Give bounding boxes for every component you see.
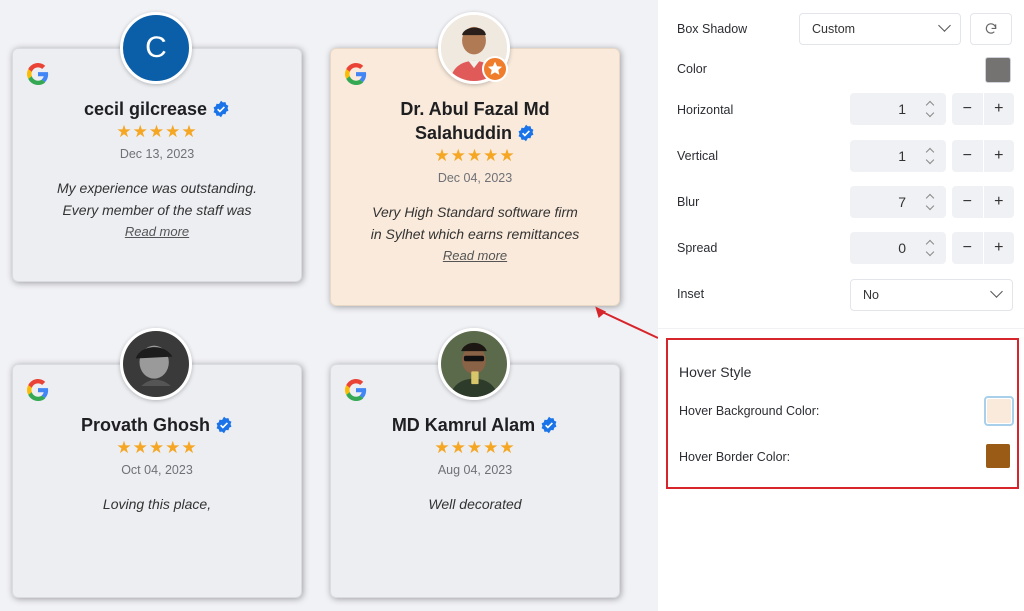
read-more-link[interactable]: Read more xyxy=(125,221,189,243)
review-text: Well decorated xyxy=(428,496,522,512)
rating-stars: ★★★★★ xyxy=(434,146,516,165)
hover-border-color-label: Hover Border Color: xyxy=(679,450,791,464)
google-icon xyxy=(345,379,367,401)
inset-select[interactable]: No xyxy=(850,279,1013,311)
spread-input[interactable]: 0 xyxy=(850,232,946,264)
horizontal-label: Horizontal xyxy=(677,103,734,117)
chevron-down-icon xyxy=(938,19,951,32)
divider xyxy=(658,328,1024,329)
reviewer-name: cecil gilcrease xyxy=(13,97,301,121)
box-shadow-label: Box Shadow xyxy=(677,22,748,36)
hover-bg-color-swatch xyxy=(987,399,1011,423)
verified-badge-icon xyxy=(541,416,557,434)
horizontal-input[interactable]: 1 xyxy=(850,93,946,125)
spread-label: Spread xyxy=(677,241,718,255)
spread-value: 0 xyxy=(898,240,906,256)
verified-badge-icon xyxy=(518,124,534,142)
reviewer-name: Dr. Abul Fazal Md Salahuddin xyxy=(400,99,550,143)
vertical-stepper[interactable]: − + xyxy=(952,140,1014,172)
review-card-hovered[interactable]: Dr. Abul Fazal Md Salahuddin ★★★★★ Dec 0… xyxy=(330,48,620,306)
chevron-down-icon xyxy=(990,285,1003,298)
hover-border-color-swatch[interactable] xyxy=(986,444,1010,468)
reviewer-name: MD Kamrul Alam xyxy=(331,413,619,437)
blur-label: Blur xyxy=(677,195,700,209)
person-photo xyxy=(123,331,189,397)
spread-stepper[interactable]: − + xyxy=(952,232,1014,264)
hover-bg-color-label: Hover Background Color: xyxy=(679,404,820,418)
box-shadow-value: Custom xyxy=(812,22,856,36)
avatar xyxy=(438,328,510,400)
reset-button[interactable] xyxy=(970,13,1012,45)
increment-button[interactable]: + xyxy=(984,186,1015,218)
horizontal-stepper[interactable]: − + xyxy=(952,93,1014,125)
review-date: Oct 04, 2023 xyxy=(121,463,193,477)
hover-style-title: Hover Style xyxy=(679,364,752,380)
decrement-button[interactable]: − xyxy=(952,232,984,264)
decrement-button[interactable]: − xyxy=(952,186,984,218)
inset-label: Inset xyxy=(677,287,705,301)
annotation-arrow xyxy=(595,306,659,339)
spinner-icon[interactable] xyxy=(922,235,940,261)
vertical-input[interactable]: 1 xyxy=(850,140,946,172)
review-date: Aug 04, 2023 xyxy=(437,463,513,477)
horizontal-value: 1 xyxy=(898,101,906,117)
verified-badge-icon xyxy=(213,100,229,118)
inset-value: No xyxy=(863,288,879,302)
review-text: My experience was outstanding. Every mem… xyxy=(57,180,257,218)
vertical-label: Vertical xyxy=(677,149,718,163)
increment-button[interactable]: + xyxy=(984,93,1015,125)
google-icon xyxy=(345,63,367,85)
reviews-preview-canvas: cecil gilcrease ★★★★★ Dec 13, 2023 My ex… xyxy=(0,0,658,611)
verified-badge-icon xyxy=(216,416,232,434)
increment-button[interactable]: + xyxy=(984,140,1015,172)
vertical-value: 1 xyxy=(898,148,906,164)
rating-stars: ★★★★★ xyxy=(434,438,516,457)
color-label: Color xyxy=(677,62,707,76)
blur-input[interactable]: 7 xyxy=(850,186,946,218)
review-text: Loving this place, xyxy=(102,496,212,512)
read-more-link[interactable]: Read more xyxy=(443,245,507,267)
decrement-button[interactable]: − xyxy=(952,93,984,125)
google-icon xyxy=(27,63,49,85)
blur-value: 7 xyxy=(898,194,906,210)
spinner-icon[interactable] xyxy=(922,189,940,215)
rating-stars: ★★★★★ xyxy=(116,122,198,141)
hover-bg-color-picker[interactable] xyxy=(984,396,1014,426)
shadow-color-swatch[interactable] xyxy=(985,57,1011,83)
review-date: Dec 13, 2023 xyxy=(119,147,195,161)
rating-stars: ★★★★★ xyxy=(116,438,198,457)
box-shadow-select[interactable]: Custom xyxy=(799,13,961,45)
increment-button[interactable]: + xyxy=(984,232,1015,264)
refresh-icon xyxy=(985,23,997,34)
avatar xyxy=(120,328,192,400)
spinner-icon[interactable] xyxy=(922,96,940,122)
star-badge-icon xyxy=(482,56,508,82)
blur-stepper[interactable]: − + xyxy=(952,186,1014,218)
review-text: Very High Standard software firm in Sylh… xyxy=(370,204,580,242)
hover-style-section: Hover Style Hover Background Color: Hove… xyxy=(666,338,1019,489)
style-settings-panel: Box Shadow Custom Color Horizontal 1 − +… xyxy=(658,0,1024,611)
review-date: Dec 04, 2023 xyxy=(437,171,513,185)
spinner-icon[interactable] xyxy=(922,143,940,169)
reviewer-name: Provath Ghosh xyxy=(13,413,301,437)
avatar: C xyxy=(120,12,192,84)
person-photo xyxy=(441,331,507,397)
decrement-button[interactable]: − xyxy=(952,140,984,172)
google-icon xyxy=(27,379,49,401)
